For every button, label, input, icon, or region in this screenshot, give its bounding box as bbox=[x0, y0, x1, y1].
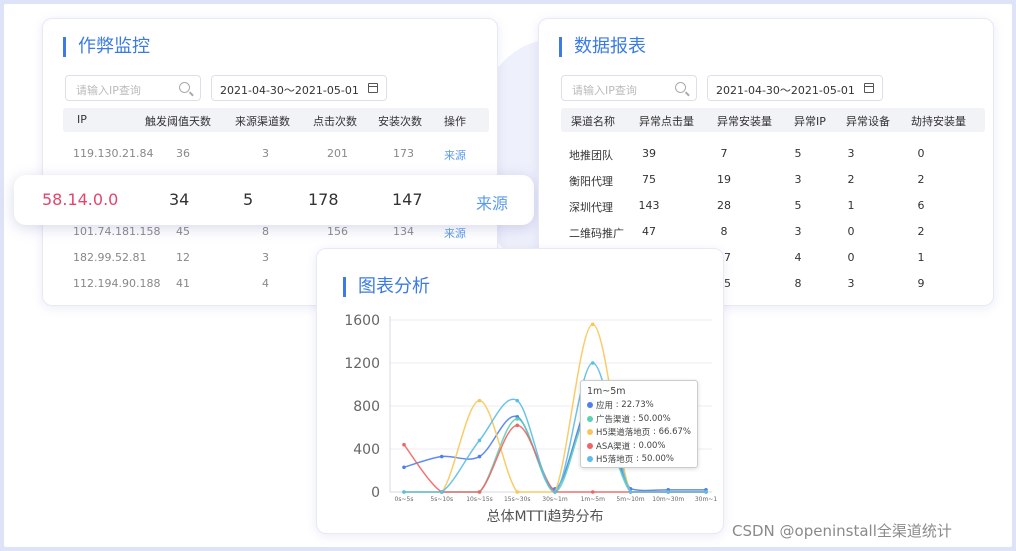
value-cell: 47 bbox=[642, 225, 656, 238]
value-cell: 3 bbox=[847, 147, 855, 160]
days-cell: 12 bbox=[176, 251, 190, 264]
channel-name-cell: 地推团队 bbox=[569, 149, 613, 162]
value-cell: 9 bbox=[917, 277, 925, 290]
fraud-table-header: IP 触发阈值天数 来源渠道数 点击次数 安装次数 操作 bbox=[63, 108, 489, 132]
value-cell: 19 bbox=[717, 173, 731, 186]
days-cell: 41 bbox=[176, 277, 190, 290]
installs-cell: 173 bbox=[393, 147, 414, 160]
tooltip-item: H5渠道落地页 : 66.67% bbox=[587, 426, 691, 440]
date-range-text: 2021-04-30～2021-05-01 bbox=[220, 84, 359, 97]
tooltip-item: H5落地页 : 50.00% bbox=[587, 453, 691, 467]
table-row: 119.130.21.84 36 3 201 173 来源 bbox=[73, 147, 493, 167]
highlight-installs: 147 bbox=[392, 190, 423, 209]
installs-cell: 134 bbox=[393, 225, 414, 238]
tooltip-item: 广告渠道 : 50.00% bbox=[587, 412, 691, 426]
value-cell: 2 bbox=[917, 225, 925, 238]
value-cell: 8 bbox=[720, 225, 728, 238]
search-icon[interactable] bbox=[179, 82, 190, 93]
value-cell: 6 bbox=[917, 199, 925, 212]
search-placeholder: 请输入IP查询 bbox=[76, 84, 141, 97]
highlight-ip: 58.14.0.0 bbox=[42, 190, 119, 209]
value-cell: 1 bbox=[917, 251, 925, 264]
column-header: 异常设备 bbox=[846, 115, 890, 128]
value-cell: 39 bbox=[642, 147, 656, 160]
highlight-source-link[interactable]: 来源 bbox=[476, 190, 508, 214]
date-range-text: 2021-04-30～2021-05-01 bbox=[716, 84, 855, 97]
ip-cell: 182.99.52.81 bbox=[73, 251, 147, 264]
channels-cell: 3 bbox=[262, 147, 269, 160]
calendar-icon[interactable] bbox=[368, 83, 378, 93]
value-cell: 1 bbox=[847, 199, 855, 212]
value-cell: 2 bbox=[847, 173, 855, 186]
column-header: 劫持安装量 bbox=[911, 115, 966, 128]
ip-cell: 101.74.181.158 bbox=[73, 225, 161, 238]
highlighted-row[interactable]: 58.14.0.0 34 5 178 147 来源 bbox=[14, 175, 534, 225]
channels-cell: 3 bbox=[262, 251, 269, 264]
value-cell: 143 bbox=[638, 199, 660, 212]
date-range-picker[interactable]: 2021-04-30～2021-05-01 bbox=[707, 75, 883, 101]
fraud-monitor-title: 作弊监控 bbox=[63, 37, 150, 57]
date-range-picker[interactable]: 2021-04-30～2021-05-01 bbox=[211, 75, 387, 101]
column-header: 点击次数 bbox=[313, 115, 357, 128]
report-table-header: 渠道名称 异常点击量 异常安装量 异常IP 异常设备 劫持安装量 bbox=[561, 108, 985, 132]
value-cell: 3 bbox=[794, 225, 802, 238]
value-cell: 3 bbox=[847, 277, 855, 290]
channel-name-cell: 衡阳代理 bbox=[569, 175, 613, 188]
chart-panel-title: 图表分析 bbox=[343, 277, 430, 297]
value-cell: 7 bbox=[720, 147, 728, 160]
ip-cell: 112.194.90.188 bbox=[73, 277, 161, 290]
value-cell: 28 bbox=[717, 199, 731, 212]
highlight-days: 34 bbox=[169, 190, 190, 209]
value-cell: 0 bbox=[847, 251, 855, 264]
column-header: 来源渠道数 bbox=[235, 115, 290, 128]
channel-name-cell: 深圳代理 bbox=[569, 201, 613, 214]
table-row: 深圳代理 143 28 5 1 6 bbox=[539, 199, 989, 219]
column-header: IP bbox=[77, 113, 87, 126]
ip-search-input[interactable]: 请输入IP查询 bbox=[561, 75, 697, 101]
clicks-cell: 156 bbox=[327, 225, 348, 238]
search-placeholder: 请输入IP查询 bbox=[572, 84, 637, 97]
value-cell: 0 bbox=[917, 147, 925, 160]
chart-caption: 总体MTTI趋势分布 bbox=[486, 509, 604, 525]
column-header: 操作 bbox=[444, 115, 466, 128]
column-header: 异常IP bbox=[794, 115, 826, 128]
column-header: 异常安装量 bbox=[717, 115, 772, 128]
value-cell: 2 bbox=[917, 173, 925, 186]
value-cell: 5 bbox=[794, 199, 802, 212]
value-cell: 4 bbox=[794, 251, 802, 264]
chart-tooltip: 1m~5m 应用 : 22.73% 广告渠道 : 50.00% H5渠道落地页 … bbox=[580, 380, 698, 468]
days-cell: 36 bbox=[176, 147, 190, 160]
column-header: 触发阈值天数 bbox=[145, 115, 211, 128]
tooltip-item: 应用 : 22.73% bbox=[587, 399, 691, 413]
value-cell: 5 bbox=[794, 147, 802, 160]
highlight-clicks: 178 bbox=[308, 190, 339, 209]
clicks-cell: 201 bbox=[327, 147, 348, 160]
value-cell: 75 bbox=[642, 173, 656, 186]
ip-cell: 119.130.21.84 bbox=[73, 147, 154, 160]
tooltip-title: 1m~5m bbox=[587, 386, 626, 398]
calendar-icon[interactable] bbox=[864, 83, 874, 93]
table-row: 地推团队 39 7 5 3 0 bbox=[539, 147, 989, 167]
column-header: 渠道名称 bbox=[571, 115, 615, 128]
column-header: 异常点击量 bbox=[639, 115, 694, 128]
source-link[interactable]: 来源 bbox=[444, 147, 466, 163]
days-cell: 45 bbox=[176, 225, 190, 238]
data-report-title: 数据报表 bbox=[559, 37, 646, 57]
table-row: 二维码推广 47 8 3 0 2 bbox=[539, 225, 989, 245]
column-header: 安装次数 bbox=[378, 115, 422, 128]
channel-name-cell: 二维码推广 bbox=[569, 227, 624, 240]
channels-cell: 4 bbox=[262, 277, 269, 290]
value-cell: 8 bbox=[794, 277, 802, 290]
channels-cell: 8 bbox=[262, 225, 269, 238]
ip-search-input[interactable]: 请输入IP查询 bbox=[65, 75, 201, 101]
search-icon[interactable] bbox=[675, 82, 686, 93]
watermark: CSDN @openinstall全渠道统计 bbox=[732, 522, 952, 540]
source-link[interactable]: 来源 bbox=[444, 225, 466, 241]
table-row: 101.74.181.158 45 8 156 134 来源 bbox=[73, 225, 493, 245]
highlight-channels: 5 bbox=[243, 190, 254, 209]
table-row: 衡阳代理 75 19 3 2 2 bbox=[539, 173, 989, 193]
value-cell: 0 bbox=[847, 225, 855, 238]
value-cell: 3 bbox=[794, 173, 802, 186]
tooltip-item: ASA渠道 : 0.00% bbox=[587, 439, 691, 453]
